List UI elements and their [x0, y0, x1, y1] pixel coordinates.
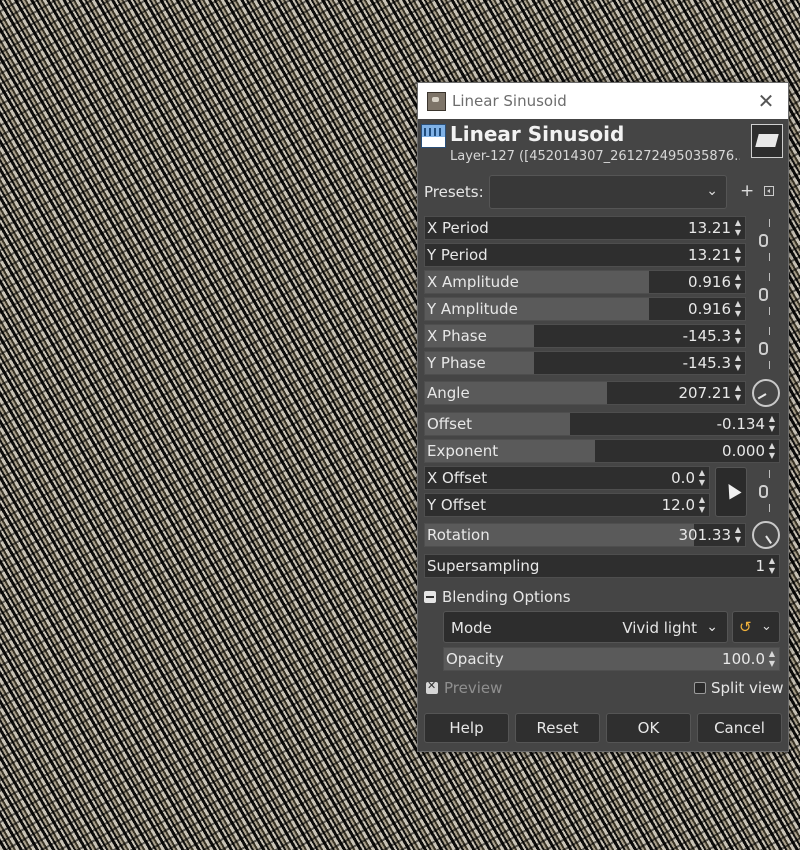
- collapse-icon[interactable]: [424, 591, 436, 603]
- filter-header: Linear Sinusoid Layer-127 ([452014307_26…: [418, 119, 788, 169]
- spin-arrows-icon[interactable]: ▲ ▼: [733, 353, 743, 373]
- spin-arrows-icon[interactable]: ▲ ▼: [733, 272, 743, 292]
- y-phase-value: -145.3: [682, 354, 731, 372]
- amplitude-chain-icon[interactable]: [758, 273, 772, 318]
- presets-combo[interactable]: ⌄: [489, 175, 727, 209]
- mode-label: Mode: [451, 619, 492, 637]
- gimp-app-icon: [427, 92, 446, 111]
- spin-arrows-icon[interactable]: ▲ ▼: [767, 414, 777, 434]
- title-bar[interactable]: Linear Sinusoid ✕: [418, 83, 788, 119]
- offset-spin[interactable]: Offset -0.134 ▲ ▼: [424, 412, 780, 436]
- opacity-spin[interactable]: Opacity 100.0 ▲ ▼: [443, 647, 780, 671]
- chevron-down-icon: ⌄: [706, 619, 718, 635]
- opacity-value: 100.0: [722, 650, 765, 668]
- supersampling-spin[interactable]: Supersampling 1 ▲ ▼: [424, 554, 780, 578]
- angle-label: Angle: [427, 384, 470, 402]
- x-amplitude-label: X Amplitude: [427, 273, 519, 291]
- x-phase-spin[interactable]: X Phase -145.3 ▲ ▼: [424, 324, 746, 348]
- offset-value: -0.134: [716, 415, 765, 433]
- spin-arrows-icon[interactable]: ▲ ▼: [733, 383, 743, 403]
- layer-name: Layer-127 ([452014307_261272495035876...: [450, 149, 740, 164]
- y-phase-spin[interactable]: Y Phase -145.3 ▲ ▼: [424, 351, 746, 375]
- x-amplitude-value: 0.916: [688, 273, 731, 291]
- angle-spin[interactable]: Angle 207.21 ▲ ▼: [424, 381, 746, 405]
- mode-value: Vivid light: [622, 619, 697, 637]
- spin-arrows-icon[interactable]: ▲ ▼: [733, 326, 743, 346]
- spin-arrows-icon[interactable]: ▲ ▼: [697, 495, 707, 515]
- x-period-label: X Period: [427, 219, 489, 237]
- offset-chain-icon[interactable]: [758, 470, 772, 515]
- supersampling-label: Supersampling: [427, 557, 540, 575]
- filter-title: Linear Sinusoid: [450, 122, 625, 146]
- opacity-label: Opacity: [446, 650, 504, 668]
- chevron-down-icon: ⌄: [761, 619, 772, 634]
- rotation-spin[interactable]: Rotation 301.33 ▲ ▼: [424, 523, 746, 547]
- spin-arrows-icon[interactable]: ▲ ▼: [733, 218, 743, 238]
- spin-arrows-icon[interactable]: ▲ ▼: [767, 649, 777, 669]
- ok-button[interactable]: OK: [606, 713, 691, 743]
- period-chain-icon[interactable]: [758, 219, 772, 264]
- y-period-value: 13.21: [688, 246, 731, 264]
- x-period-value: 13.21: [688, 219, 731, 237]
- rotation-dial-icon[interactable]: [752, 521, 780, 549]
- pick-coordinates-button[interactable]: [715, 467, 747, 517]
- blend-mode-combo[interactable]: Mode Vivid light ⌄: [443, 611, 728, 643]
- offset-label: Offset: [427, 415, 473, 433]
- spin-arrows-icon[interactable]: ▲ ▼: [767, 441, 777, 461]
- presets-label: Presets:: [424, 183, 484, 201]
- y-offset-spin[interactable]: Y Offset 12.0 ▲ ▼: [424, 493, 710, 517]
- chevron-down-icon: ⌄: [706, 183, 718, 199]
- spin-arrows-icon[interactable]: ▲ ▼: [697, 468, 707, 488]
- supersampling-value: 1: [755, 557, 765, 575]
- split-view-checkbox[interactable]: [694, 682, 706, 694]
- spin-arrows-icon[interactable]: ▲ ▼: [767, 556, 777, 576]
- y-period-label: Y Period: [427, 246, 488, 264]
- y-amplitude-spin[interactable]: Y Amplitude 0.916 ▲ ▼: [424, 297, 746, 321]
- preview-checkbox[interactable]: [426, 679, 438, 694]
- exponent-spin[interactable]: Exponent 0.000 ▲ ▼: [424, 439, 780, 463]
- composite-mode-button[interactable]: ↺ ⌄: [732, 611, 780, 643]
- preview-label: Preview: [444, 679, 503, 697]
- linear-sinusoid-dialog: Linear Sinusoid ✕ Linear Sinusoid Layer-…: [417, 82, 789, 752]
- y-period-spin[interactable]: Y Period 13.21 ▲ ▼: [424, 243, 746, 267]
- blending-options-label: Blending Options: [442, 588, 571, 606]
- angle-dial-icon[interactable]: [752, 379, 780, 407]
- layer-thumbnail-icon: [751, 124, 783, 158]
- y-offset-label: Y Offset: [427, 496, 486, 514]
- pointer-icon: [722, 480, 742, 500]
- y-phase-label: Y Phase: [427, 354, 486, 372]
- y-amplitude-value: 0.916: [688, 300, 731, 318]
- help-button[interactable]: Help: [424, 713, 509, 743]
- add-preset-icon[interactable]: +: [740, 181, 754, 201]
- split-view-label: Split view: [711, 679, 784, 697]
- exponent-value: 0.000: [722, 442, 765, 460]
- x-phase-value: -145.3: [682, 327, 731, 345]
- x-phase-label: X Phase: [427, 327, 487, 345]
- x-offset-value: 0.0: [671, 469, 695, 487]
- x-offset-spin[interactable]: X Offset 0.0 ▲ ▼: [424, 466, 710, 490]
- y-amplitude-label: Y Amplitude: [427, 300, 518, 318]
- filter-icon: [421, 124, 446, 148]
- rotation-value: 301.33: [678, 526, 732, 544]
- x-amplitude-spin[interactable]: X Amplitude 0.916 ▲ ▼: [424, 270, 746, 294]
- phase-chain-icon[interactable]: [758, 327, 772, 372]
- window-title: Linear Sinusoid: [452, 92, 567, 110]
- y-offset-value: 12.0: [661, 496, 695, 514]
- cancel-button[interactable]: Cancel: [697, 713, 782, 743]
- spin-arrows-icon[interactable]: ▲ ▼: [733, 245, 743, 265]
- rotation-label: Rotation: [427, 526, 490, 544]
- spin-arrows-icon[interactable]: ▲ ▼: [733, 299, 743, 319]
- reset-button[interactable]: Reset: [515, 713, 600, 743]
- presets-menu-icon[interactable]: [764, 186, 774, 196]
- presets-row: Presets: ⌄ +: [418, 175, 788, 211]
- angle-value: 207.21: [678, 384, 732, 402]
- x-period-spin[interactable]: X Period 13.21 ▲ ▼: [424, 216, 746, 240]
- close-icon[interactable]: ✕: [754, 89, 778, 113]
- spin-arrows-icon[interactable]: ▲ ▼: [733, 525, 743, 545]
- composite-mode-icon: ↺: [739, 618, 752, 636]
- preview-row: Preview Split view: [418, 679, 788, 701]
- exponent-label: Exponent: [427, 442, 499, 460]
- x-offset-label: X Offset: [427, 469, 488, 487]
